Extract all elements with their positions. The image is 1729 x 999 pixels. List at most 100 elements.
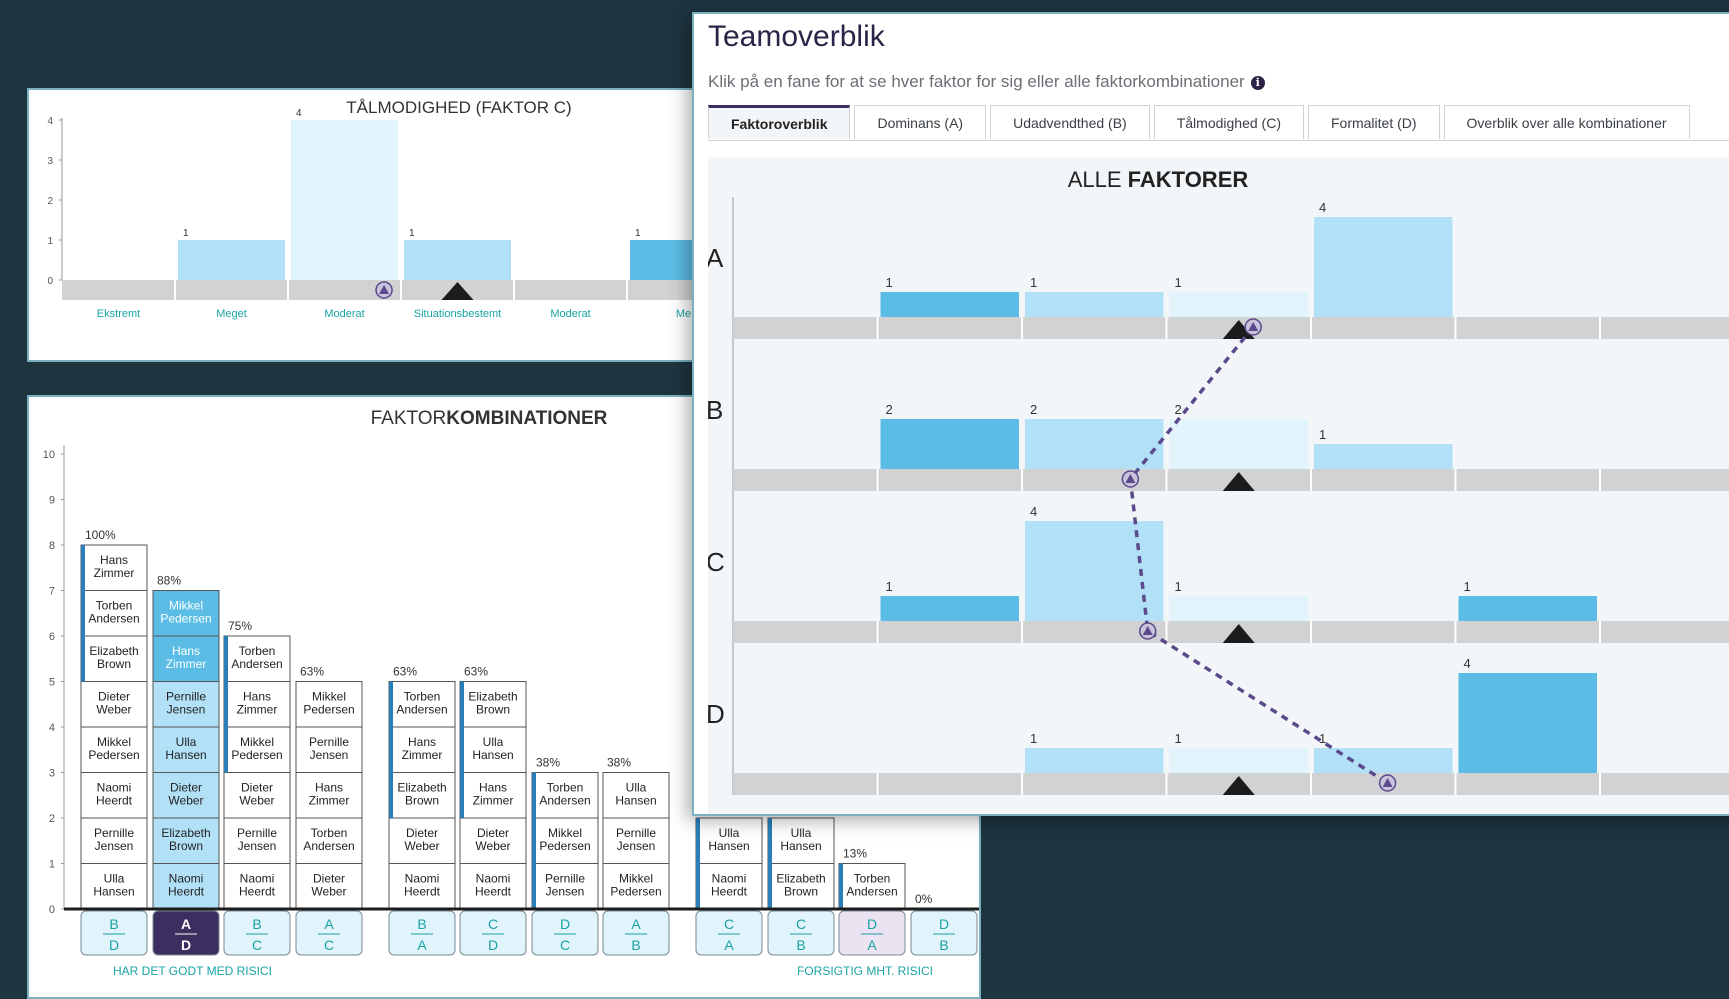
- combination-column-AD: MikkelPedersen HansZimmer PernilleJensen Ul…: [152, 574, 220, 956]
- person-last-name: Jensen: [546, 885, 585, 899]
- column-accent: [389, 681, 393, 818]
- factor-bar: [880, 292, 1019, 317]
- column-percent: 38%: [607, 756, 631, 770]
- person-first-name: Dieter: [406, 826, 438, 840]
- combination-column-CB: UllaHansen ElizabethBrown CB: [767, 817, 835, 956]
- person-last-name: Brown: [476, 703, 510, 717]
- person-first-name: Dieter: [170, 781, 202, 795]
- factor-bar-label: 1: [1175, 579, 1182, 594]
- patience-y-tick: 2: [47, 196, 53, 207]
- column-percent: 0%: [915, 892, 933, 906]
- person-first-name: Ulla: [104, 872, 125, 886]
- all-factors-title: ALLE FAKTORER: [1068, 167, 1249, 192]
- column-percent: 75%: [228, 619, 252, 633]
- person-last-name: Zimmer: [473, 794, 514, 808]
- person-first-name: Torben: [404, 690, 441, 704]
- combos-y-tick: 10: [43, 449, 55, 461]
- person-first-name: Naomi: [169, 872, 204, 886]
- factor-bar-label: 1: [1030, 275, 1037, 290]
- combination-column-BA: TorbenAndersen HansZimmer ElizabethBrown Di…: [388, 665, 456, 956]
- column-accent: [696, 818, 700, 909]
- person-first-name: Hans: [315, 781, 343, 795]
- column-percent: 88%: [157, 574, 181, 588]
- combination-key-top: B: [252, 916, 261, 932]
- person-first-name: Mikkel: [619, 872, 653, 886]
- combos-y-tick: 9: [49, 495, 55, 507]
- combos-y-tick: 6: [49, 631, 55, 643]
- person-last-name: Hansen: [93, 885, 134, 899]
- factor-marker-icon: [1138, 622, 1157, 640]
- factor-bar: [1025, 521, 1164, 621]
- person-first-name: Mikkel: [548, 826, 582, 840]
- factor-bar: [1169, 748, 1308, 773]
- person-first-name: Ulla: [176, 735, 197, 749]
- patience-y-tick: 1: [47, 236, 53, 247]
- combination-key-bottom: D: [181, 937, 191, 953]
- combination-key-bottom: A: [867, 937, 877, 953]
- person-first-name: Pernille: [166, 690, 206, 704]
- combos-y-tick: 3: [49, 768, 55, 780]
- tab-faktoroverblik[interactable]: Faktoroverblik: [708, 105, 851, 139]
- person-first-name: Hans: [100, 553, 128, 567]
- team-overview-panel: Teamoverblik Klik på en fane for at se h…: [692, 12, 1729, 816]
- person-first-name: Dieter: [313, 872, 345, 886]
- combination-key-top: C: [488, 916, 498, 932]
- person-last-name: Weber: [239, 794, 274, 808]
- person-last-name: Heerdt: [239, 885, 276, 899]
- all-factors-chart: ALLE FAKTORER A1114B2221C1411D1114: [706, 167, 1729, 795]
- patience-track: [62, 280, 729, 300]
- patience-y-tick: 3: [47, 156, 53, 167]
- person-last-name: Jensen: [310, 748, 349, 762]
- person-last-name: Pedersen: [610, 885, 661, 899]
- column-percent: 38%: [536, 756, 560, 770]
- person-last-name: Andersen: [396, 703, 447, 717]
- tab-all-combinations[interactable]: Overblik over alle kombinationer: [1443, 105, 1690, 139]
- person-last-name: Hansen: [472, 748, 513, 762]
- patience-y-tick: 4: [47, 116, 53, 127]
- factor-bar: [1314, 217, 1453, 317]
- patience-category-label: Meget: [216, 308, 247, 320]
- patience-title: TÅLMODIGHED (FAKTOR C): [346, 98, 571, 117]
- person-last-name: Andersen: [231, 657, 282, 671]
- factor-bar: [1025, 292, 1164, 317]
- combos-y-tick: 5: [49, 677, 55, 689]
- person-last-name: Andersen: [539, 794, 590, 808]
- tab-udadvendthed[interactable]: Udadvendthed (B): [990, 105, 1150, 139]
- patience-category-label: Me: [676, 308, 691, 320]
- person-last-name: Pedersen: [231, 748, 282, 762]
- combination-column-AB: UllaHansen PernilleJensen MikkelPedersen 38…: [602, 756, 670, 956]
- combination-key-bottom: D: [109, 937, 119, 953]
- person-last-name: Hansen: [708, 839, 749, 853]
- info-icon[interactable]: i: [1250, 76, 1265, 90]
- factor-bar: [880, 419, 1019, 469]
- factor-bar-label: 2: [1030, 402, 1037, 417]
- person-last-name: Pedersen: [160, 612, 211, 626]
- column-accent: [224, 636, 228, 773]
- person-first-name: Pernille: [616, 826, 656, 840]
- factor-bar: [1025, 748, 1164, 773]
- combos-y-tick: 2: [49, 813, 55, 825]
- factor-bar: [1169, 596, 1308, 621]
- combination-key-top: D: [560, 916, 570, 932]
- person-first-name: Elizabeth: [397, 781, 446, 795]
- footer-right-label: FORSIGTIG MHT. RISICI: [797, 964, 933, 978]
- combination-key-bottom: D: [488, 937, 498, 953]
- combination-key-top: A: [181, 916, 191, 932]
- person-last-name: Hansen: [615, 794, 656, 808]
- team-subtitle: Klik på en fane for at se hver faktor fo…: [708, 72, 1265, 92]
- person-first-name: Hans: [479, 781, 507, 795]
- tab-dominans[interactable]: Dominans (A): [854, 105, 987, 139]
- person-first-name: Ulla: [483, 735, 504, 749]
- tab-formalitet[interactable]: Formalitet (D): [1307, 105, 1440, 139]
- person-first-name: Mikkel: [169, 599, 203, 613]
- patience-panel: TÅLMODIGHED (FAKTOR C) 0 1 2 3 4 Ekstremt 1 Meg…: [27, 88, 731, 362]
- person-last-name: Weber: [475, 839, 510, 853]
- factor-bar-label: 4: [1319, 200, 1326, 215]
- person-last-name: Andersen: [88, 612, 139, 626]
- factor-bar-label: 2: [886, 402, 893, 417]
- person-first-name: Elizabeth: [89, 644, 138, 658]
- patience-chart: TÅLMODIGHED (FAKTOR C) 0 1 2 3 4 Ekstremt 1 Meg…: [47, 98, 729, 320]
- tab-underline: [708, 140, 1729, 141]
- combination-key-bottom: B: [631, 937, 640, 953]
- tab-talmodighed[interactable]: Tålmodighed (C): [1153, 105, 1304, 139]
